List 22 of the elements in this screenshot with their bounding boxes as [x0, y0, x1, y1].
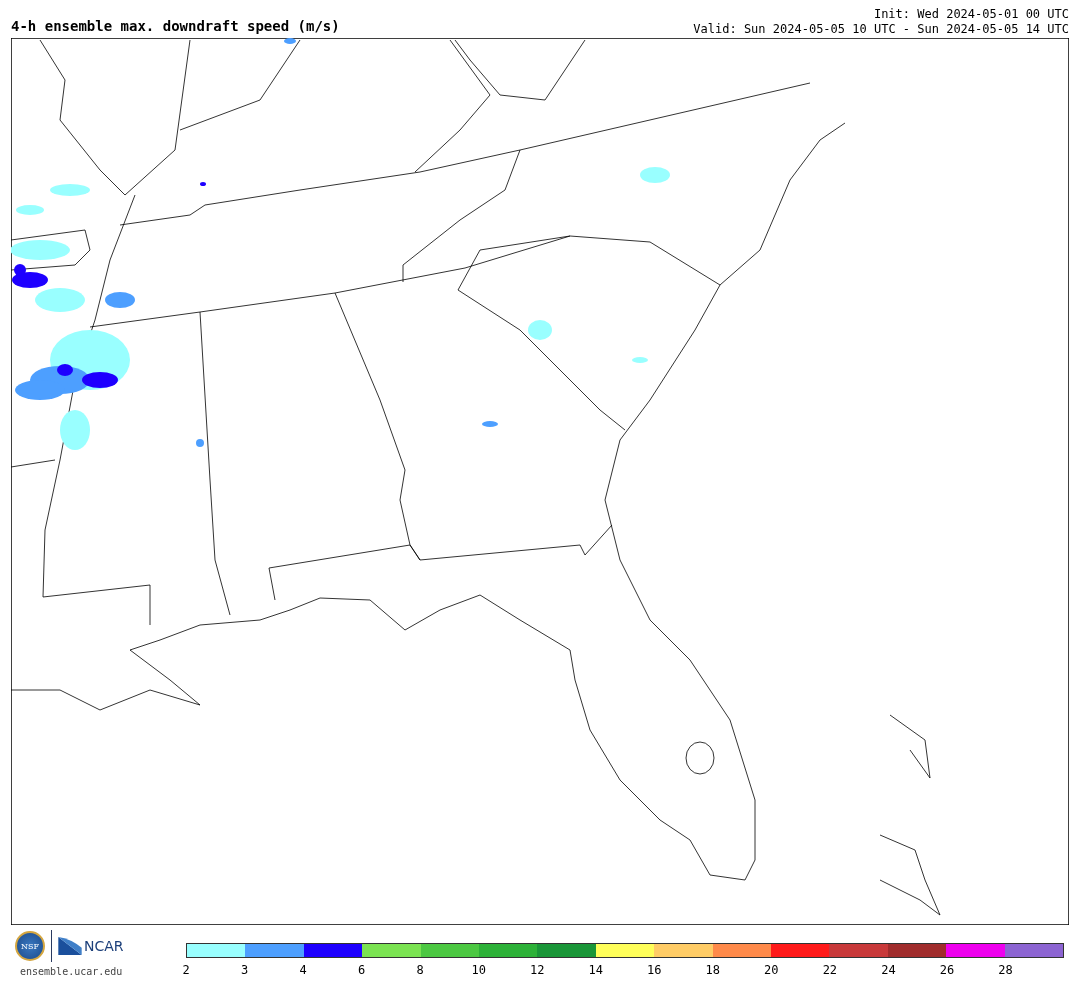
colorbar-tick-label: 4 [299, 963, 307, 977]
init-time: Init: Wed 2024-05-01 00 UTC [872, 7, 1069, 22]
colorbar-tick-label: 14 [588, 963, 603, 977]
valid-time: Valid: Sun 2024-05-05 10 UTC - Sun 2024-05-05 14 UTC [693, 22, 1069, 37]
colorbar-tick-label: 28 [998, 963, 1013, 977]
nsf-logo: NSF [15, 931, 45, 961]
colorbar-tick-label: 10 [471, 963, 486, 977]
ncar-mark-icon [58, 937, 82, 955]
colorbar-tick-label: 22 [822, 963, 838, 977]
colorbar-tick-label: 6 [358, 963, 366, 977]
colorbar-tick-label: 8 [416, 963, 424, 977]
map-title: 4-h ensemble max. downdraft speed (m/s) [11, 18, 340, 36]
colorbar-tick-label: 24 [881, 963, 896, 977]
colorbar-tick-label: 12 [529, 963, 545, 977]
colorbar-tick-label: 18 [705, 963, 720, 977]
colorbar-tick-label: 16 [647, 963, 662, 977]
colorbar-tick-label: 2 [182, 963, 190, 977]
colorbar-tick-label: 20 [764, 963, 779, 977]
ncar-logo: NCAR [84, 938, 124, 954]
site-url: ensemble.ucar.edu [20, 966, 124, 977]
colorbar-tick-label: 26 [939, 963, 955, 977]
colorbar-tick-label: 3 [240, 963, 249, 977]
